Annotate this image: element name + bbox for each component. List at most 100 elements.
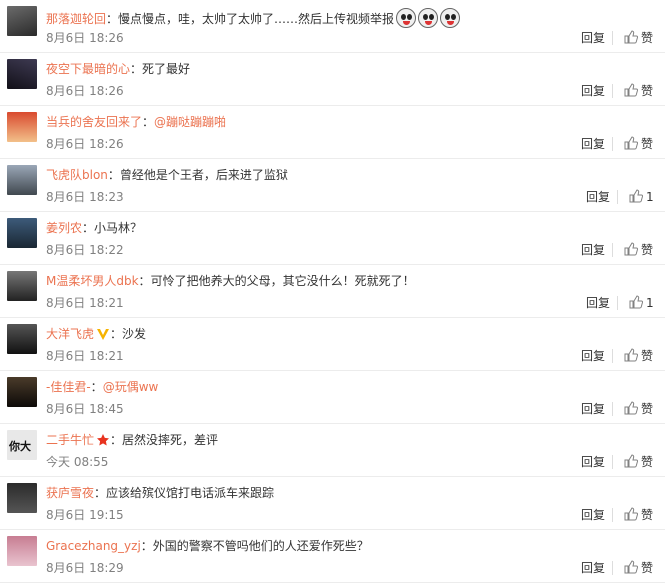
like-button[interactable]: 赞 (624, 30, 653, 46)
girl-avatar[interactable] (7, 377, 37, 407)
separator-colon: ： (110, 433, 123, 447)
comment-time: 8月6日 18:23 (46, 190, 124, 204)
divider (612, 508, 613, 522)
comment-body: 夜空下最暗的心：死了最好 (46, 61, 190, 77)
thumbs-up-icon (624, 507, 641, 522)
separator-colon: ： (138, 274, 151, 288)
emoticon-icon (440, 8, 461, 28)
separator-colon: ： (106, 12, 119, 26)
comment-time: 8月6日 18:22 (46, 243, 124, 257)
comment-body: 当兵的舍友回来了：@蹦哒蹦蹦啪 (46, 114, 226, 130)
like-label: 赞 (641, 349, 654, 363)
reply-button[interactable]: 回复 (581, 507, 605, 523)
thumbs-up-icon (629, 295, 646, 310)
emoticon-icon (418, 8, 439, 28)
comment-time: 8月6日 18:29 (46, 561, 124, 575)
like-label: 赞 (641, 137, 654, 151)
like-button[interactable]: 赞 (624, 348, 653, 364)
comment-item: 夜空下最暗的心：死了最好 8月6日 18:26 回复 赞 (0, 53, 665, 106)
reply-button[interactable]: 回复 (581, 136, 605, 152)
like-button[interactable]: 赞 (624, 560, 653, 576)
like-button[interactable]: 赞 (624, 83, 653, 99)
comment-body: Gracezhang_yzj：外国的警察不管吗他们的人还爱作死些？ (46, 538, 369, 554)
comment-body: 那落迦轮回：慢点慢点，哇，太帅了太帅了……然后上传视频举报 (46, 8, 461, 28)
like-button[interactable]: 赞 (624, 507, 653, 523)
username-link[interactable]: Gracezhang_yzj (46, 539, 141, 553)
separator-colon: ： (90, 380, 103, 394)
username-link[interactable]: M温柔坏男人dbk (46, 274, 139, 288)
like-button[interactable]: 赞 (624, 242, 653, 258)
comment-item: 姜列农：小马林？ 8月6日 18:22 回复 赞 (0, 212, 665, 265)
reply-button[interactable]: 回复 (581, 348, 605, 364)
reply-button[interactable]: 回复 (581, 83, 605, 99)
username-link[interactable]: 那落迦轮回 (46, 12, 106, 26)
thumbs-up-icon (624, 83, 641, 98)
username-link[interactable]: 当兵的舍友回来了 (46, 115, 142, 129)
like-button[interactable]: 赞 (624, 401, 653, 417)
divider (612, 137, 613, 151)
like-button[interactable]: 赞 (624, 454, 653, 470)
anime-avatar[interactable] (7, 112, 37, 142)
reply-button[interactable]: 回复 (581, 30, 605, 46)
comment-text: 沙发 (122, 327, 147, 341)
username-link[interactable]: 飞虎队blon (46, 168, 108, 182)
divider (617, 190, 618, 204)
mention-link[interactable]: @蹦哒蹦蹦啪 (154, 115, 226, 129)
calligraphy-avatar[interactable]: 你大 (7, 430, 37, 460)
comment-item: 当兵的舍友回来了：@蹦哒蹦蹦啪 8月6日 18:26 回复 赞 (0, 106, 665, 159)
separator-colon: ： (110, 327, 123, 341)
comment-text: 慢点慢点，哇，太帅了太帅了……然后上传视频举报 (118, 12, 395, 26)
username-link[interactable]: 姜列农 (46, 221, 82, 235)
blue-avatar[interactable] (7, 218, 37, 248)
star-icon[interactable] (96, 433, 110, 451)
reply-button[interactable]: 回复 (581, 401, 605, 417)
username-link[interactable]: 获庐雪夜 (46, 486, 94, 500)
comment-body: 姜列农：小马林？ (46, 220, 142, 236)
comment-item: 大洋飞虎 ：沙发 8月6日 18:21 回复 赞 (0, 318, 665, 371)
vip-v-icon[interactable] (96, 327, 110, 345)
comment-body: 二手牛忙 ：居然没摔死，差评 (46, 432, 218, 451)
comment-text: 死了最好 (142, 62, 191, 76)
thumbs-up-icon (624, 242, 641, 257)
like-label: 赞 (641, 561, 654, 575)
car-avatar[interactable] (7, 165, 37, 195)
username-link[interactable]: 大洋飞虎 (46, 327, 94, 341)
username-link[interactable]: 夜空下最暗的心 (46, 62, 130, 76)
comment-item: 获庐雪夜：应该给殡仪馆打电话派车来跟踪 8月6日 19:15 回复 赞 (0, 477, 665, 530)
like-button[interactable]: 1 (629, 189, 654, 205)
thumbs-up-icon (624, 401, 641, 416)
comment-item: 你大 二手牛忙 ：居然没摔死，差评 今天 08:55 回复 赞 (0, 424, 665, 477)
comment-text: 曾经他是个王者，后来进了监狱 (119, 168, 288, 182)
like-label: 1 (646, 296, 654, 310)
separator-colon: ： (107, 168, 120, 182)
reply-button[interactable]: 回复 (581, 560, 605, 576)
separator-colon: ： (82, 221, 95, 235)
like-button[interactable]: 赞 (624, 136, 653, 152)
comment-body: M温柔坏男人dbk：可怜了把他养大的父母，其它没什么！死就死了！ (46, 273, 415, 289)
face-avatar[interactable] (7, 324, 37, 354)
divider (612, 455, 613, 469)
reply-button[interactable]: 回复 (586, 189, 610, 205)
reply-button[interactable]: 回复 (581, 454, 605, 470)
divider (612, 243, 613, 257)
divider (617, 296, 618, 310)
comment-list: 那落迦轮回：慢点慢点，哇，太帅了太帅了……然后上传视频举报 8月6日 18:26 回… (0, 0, 665, 588)
username-link[interactable]: -佳佳君- (46, 380, 91, 394)
mention-link[interactable]: @玩偶ww (103, 380, 159, 394)
night-avatar[interactable] (7, 59, 37, 89)
thumbs-up-icon (629, 189, 646, 204)
comment-body: -佳佳君-：@玩偶ww (46, 379, 158, 395)
like-button[interactable]: 1 (629, 295, 654, 311)
comment-time: 8月6日 18:26 (46, 31, 124, 45)
comment-body: 大洋飞虎 ：沙发 (46, 326, 146, 345)
username-link[interactable]: 二手牛忙 (46, 433, 94, 447)
thumbs-up-icon (624, 560, 641, 575)
reply-button[interactable]: 回复 (581, 242, 605, 258)
dark-avatar[interactable] (7, 483, 37, 513)
comment-time: 8月6日 18:21 (46, 349, 124, 363)
reply-button[interactable]: 回复 (586, 295, 610, 311)
road-avatar[interactable] (7, 271, 37, 301)
divider (612, 561, 613, 575)
rail-avatar[interactable] (7, 6, 37, 36)
pink-avatar[interactable] (7, 536, 37, 566)
